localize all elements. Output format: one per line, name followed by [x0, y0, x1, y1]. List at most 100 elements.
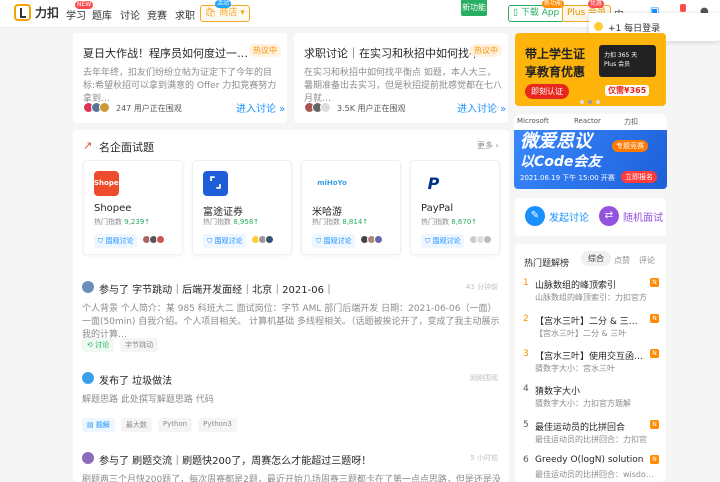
tag[interactable]: 最大数	[120, 418, 152, 432]
new-badge: N	[650, 278, 659, 287]
featured-title[interactable]: 求职讨论｜在实习和秋招中如何找平…	[304, 45, 491, 61]
users-icon: ⛉	[207, 237, 213, 245]
viewer-avatars	[469, 235, 492, 244]
watch-discussion-label: 围观讨论	[432, 237, 461, 245]
watch-discussion-button[interactable]: ⛉ 围观讨论	[94, 234, 138, 248]
join-discussion-link[interactable]: 进入讨论 »	[457, 100, 506, 115]
verify-button[interactable]: 即刻认证	[525, 84, 569, 99]
student-promo-banner[interactable]: 带上学生证 享教育优惠 即刻认证 力扣 365 天 Plus 会员 仅需¥365	[515, 33, 666, 106]
shuffle-icon: ⇄	[599, 206, 619, 226]
logo[interactable]: 力扣	[14, 4, 59, 21]
watch-discussion-button[interactable]: ⛉ 围观讨论	[312, 234, 356, 248]
watch-discussion-label: 围观讨论	[214, 237, 243, 245]
carousel-dots[interactable]	[580, 100, 600, 104]
heat-value: 8,814↑	[342, 218, 369, 226]
promo-price: 仅需¥365	[605, 85, 650, 96]
contest-promo-banner[interactable]: Microsoft Reactor 力扣 微爱思议 以Code会友 专题竞赛 2…	[514, 114, 667, 189]
solution-subtitle: 最佳运动员的比拼回合：wisdo…	[535, 470, 654, 479]
featured-card-1[interactable]: 夏日大作战！程序员如何度过一… 热议中 去年年终，扣友们纷纷立帖为证定下了今年的…	[73, 33, 287, 123]
tag[interactable]: 字节跳动	[120, 338, 159, 352]
nav-link-jobs[interactable]: 求职	[175, 7, 195, 22]
rank-number: 6	[523, 455, 529, 465]
random-interview-button[interactable]: ⇄ 随机面试	[599, 206, 663, 226]
start-discussion-button[interactable]: ✎ 发起讨论	[525, 206, 589, 226]
company-card-futu[interactable]: ⌜⌟ 富途证券 热门指数 8,958↑ ⛉ 围观讨论	[192, 160, 292, 255]
post-time: 5 小时前	[470, 454, 498, 462]
feed-post[interactable]: 参与了 字节跳动｜后端开发面经｜北京｜2021-06｜ 43 分钟前 个人背景 …	[82, 281, 502, 356]
solution-subtitle: 猜数字大小：宫水三叶	[535, 364, 615, 373]
tag[interactable]: ⟲ 讨论	[82, 338, 115, 352]
new-feature-tag[interactable]: 新功能	[461, 0, 487, 16]
tag-label: 讨论	[95, 341, 110, 349]
edit-icon: ✎	[525, 206, 545, 226]
sponsor-reactor: Reactor	[574, 117, 601, 125]
company-card-paypal[interactable]: P PayPal 热门指数 8,670↑ ⛉ 围观讨论	[410, 160, 500, 255]
contest-date: 2021.06.19 下午 15:00 开赛	[520, 174, 615, 182]
futu-logo-icon: ⌜⌟	[203, 171, 228, 196]
post-tags: ⟲ 讨论 字节跳动	[82, 338, 159, 352]
new-badge: N	[650, 349, 659, 358]
watch-discussion-button[interactable]: ⛉ 围观讨论	[421, 234, 465, 248]
more-link[interactable]: 更多 ›	[477, 140, 499, 151]
solution-title[interactable]: 【宫水三叶】二分 & 三…	[535, 314, 645, 327]
company-name: PayPal	[421, 203, 454, 214]
quick-actions: ✎ 发起讨论 ⇄ 随机面试	[515, 198, 666, 236]
post-title[interactable]: 参与了 字节跳动｜后端开发面经｜北京｜2021-06｜	[99, 281, 334, 296]
join-discussion-link[interactable]: 进入讨论 »	[236, 100, 285, 115]
tab-likes[interactable]: 点赞	[614, 255, 630, 266]
company-card-mihoyo[interactable]: miHoYo 米哈游 热门指数 8,814↑ ⛉ 围观讨论	[301, 160, 401, 255]
company-card-shopee[interactable]: Shopee Shopee 热门指数 9,239↑ ⛉ 围观讨论	[83, 160, 183, 255]
tab-overall[interactable]: 综合	[581, 251, 611, 266]
watch-discussion-label: 围观讨论	[105, 237, 134, 245]
solution-title[interactable]: 山脉数组的峰顶索引	[535, 278, 645, 291]
coin-icon	[594, 22, 603, 31]
solution-title[interactable]: 猜数字大小	[535, 384, 645, 397]
watch-discussion-button[interactable]: ⛉ 围观讨论	[203, 234, 247, 248]
main-feed: ↗ 名企面试题 更多 › Shopee Shopee 热门指数 9,239↑ ⛉…	[73, 130, 509, 482]
post-title[interactable]: 发布了 垃圾做法	[99, 372, 172, 387]
leetcode-logo-icon	[14, 4, 31, 21]
heat-index: 热门指数 8,958↑	[203, 217, 259, 227]
solution-subtitle: 山脉数组的峰顶索引：力扣官方	[535, 293, 647, 302]
carousel-dot[interactable]	[596, 100, 600, 104]
tag[interactable]: Python	[157, 418, 193, 432]
solution-title[interactable]: 【宫水三叶】使用交互函…	[535, 349, 645, 362]
tab-comments[interactable]: 评论	[639, 255, 655, 266]
heat-value: 8,670↑	[451, 218, 478, 226]
heat-index: 热门指数 8,670↑	[421, 217, 477, 227]
avatar[interactable]	[82, 372, 94, 384]
shop-badge: 活动	[215, 0, 232, 8]
nav-link-problems[interactable]: 题库	[92, 7, 112, 22]
tag[interactable]: ▤ 题解	[82, 418, 115, 432]
featured-title[interactable]: 夏日大作战！程序员如何度过一…	[83, 45, 248, 61]
tag[interactable]: Python3	[198, 418, 237, 432]
rank-number: 2	[523, 314, 529, 324]
nav-link-contest[interactable]: 竞赛	[147, 7, 167, 22]
hot-badge: 热议中	[249, 44, 281, 57]
contest-subtitle: 以Code会友	[520, 154, 602, 170]
shopee-logo-icon: Shopee	[94, 171, 123, 196]
feed-post[interactable]: 发布了 垃圾做法 刚刚围观 解题思路 此处撰写解题思路 代码 ▤ 题解 最大数 …	[82, 372, 502, 432]
solution-title[interactable]: 最佳运动员的比拼回合	[535, 420, 645, 433]
start-discussion-label: 发起讨论	[549, 212, 589, 224]
solution-title[interactable]: Greedy O(logN) solution	[535, 455, 645, 465]
rank-number: 5	[523, 420, 529, 430]
watch-count: 3.5K 用户正在围观	[337, 104, 406, 113]
avatar[interactable]	[82, 452, 94, 464]
featured-card-2[interactable]: 求职讨论｜在实习和秋招中如何找平… 热议中 在实习和秋招中如何找平衡点 如题，本…	[294, 33, 508, 123]
app-label: 下载 App	[520, 8, 560, 18]
post-title[interactable]: 参与了 刷题交流｜刷题快200了，周赛怎么才能超过三题呀！	[99, 452, 371, 467]
shop-icon: 🛍	[205, 8, 217, 18]
viewer-avatars	[83, 102, 110, 113]
feed-post[interactable]: 参与了 刷题交流｜刷题快200了，周赛怎么才能超过三题呀！ 5 小时前 刷题两三…	[82, 452, 502, 482]
promo-line-1: 带上学生证	[525, 47, 586, 61]
avatar[interactable]	[82, 281, 94, 293]
register-button[interactable]: 立即报名	[621, 171, 657, 183]
carousel-dot[interactable]	[588, 100, 592, 104]
nav-link-discuss[interactable]: 讨论	[120, 7, 140, 22]
carousel-dot[interactable]	[580, 100, 584, 104]
watch-count: 247 用户正在围观	[116, 104, 182, 113]
solution-subtitle: 猜数字大小：力扣官方题解	[535, 399, 631, 408]
nav-link-learn[interactable]: 学习	[66, 7, 86, 22]
message-badge	[680, 4, 686, 12]
